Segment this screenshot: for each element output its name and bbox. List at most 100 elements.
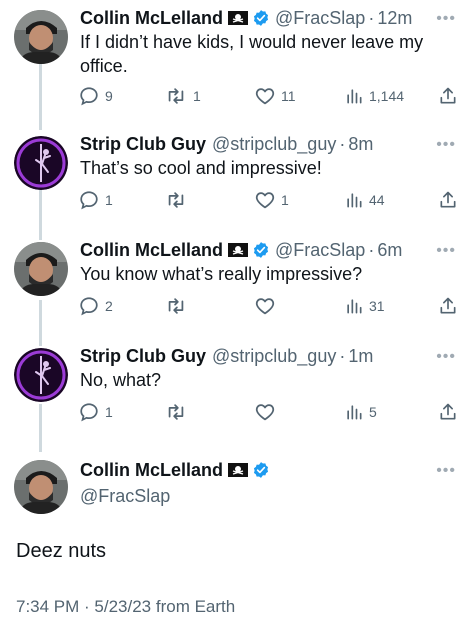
collin-avatar-icon: [14, 10, 68, 64]
reply-button[interactable]: 9: [78, 84, 113, 108]
avatar[interactable]: [14, 242, 68, 296]
collin-avatar-icon: [14, 242, 68, 296]
reply-button[interactable]: 2: [78, 294, 113, 318]
collin-avatar-icon: [14, 460, 68, 514]
tweet-header: Strip Club Guy @stripclub_guy · 8m: [80, 132, 373, 156]
more-options-icon[interactable]: •••: [436, 136, 456, 154]
tweet-text: That’s so cool and impressive!: [80, 158, 322, 178]
display-name[interactable]: Strip Club Guy: [80, 134, 206, 155]
avatar[interactable]: [14, 10, 68, 64]
timestamp[interactable]: 8m: [348, 134, 373, 155]
like-button[interactable]: 1: [254, 188, 289, 212]
timestamp[interactable]: 1m: [348, 346, 373, 367]
tweet-text: You know what’s really impressive?: [80, 264, 363, 284]
more-options-icon[interactable]: •••: [436, 348, 456, 366]
separator-dot: ·: [339, 133, 346, 154]
share-icon: [440, 191, 456, 208]
views-count: 1,144: [369, 88, 405, 104]
retweet-icon: [168, 298, 184, 314]
avatar[interactable]: [14, 348, 68, 402]
views-button[interactable]: 5: [344, 400, 377, 424]
reply-button[interactable]: 1: [78, 400, 113, 424]
views-button[interactable]: 1,144: [344, 84, 404, 108]
views-bar-chart-icon: [347, 299, 362, 314]
like-count: 11: [281, 88, 296, 104]
display-name[interactable]: Collin McLelland: [80, 8, 223, 29]
display-name[interactable]: Collin McLelland: [80, 240, 223, 261]
handle[interactable]: @stripclub_guy: [212, 346, 336, 367]
tweet-header: Collin McLelland @FracSlap · 6m: [80, 238, 402, 262]
timestamp[interactable]: 12m: [377, 8, 412, 29]
views-count: 5: [369, 404, 377, 420]
heart-icon: [255, 404, 275, 421]
like-button[interactable]: 11: [254, 84, 296, 108]
display-name[interactable]: Collin McLelland: [80, 460, 223, 481]
handle[interactable]: @FracSlap: [80, 486, 170, 507]
heart-icon: [255, 298, 275, 315]
pirate-flag-icon: [228, 243, 249, 257]
main-tweet-text: Deez nuts: [16, 540, 107, 562]
views-count: 31: [369, 298, 385, 314]
tweet-text: No, what?: [80, 370, 162, 390]
retweet-button[interactable]: [164, 294, 193, 318]
timestamp[interactable]: 6m: [377, 240, 402, 261]
share-button[interactable]: [438, 294, 458, 318]
reply-count: 1: [105, 192, 113, 208]
separator-dot: ·: [339, 345, 346, 366]
tweet[interactable]: Strip Club Guy @stripclub_guy · 1m ••• N…: [0, 344, 474, 444]
pirate-flag-icon: [228, 463, 249, 477]
reply-icon: [80, 297, 98, 316]
verified-badge-icon: [253, 242, 269, 258]
views-bar-chart-icon: [347, 405, 362, 420]
reply-icon: [80, 87, 98, 106]
retweet-icon: [168, 192, 184, 208]
retweet-button[interactable]: [164, 400, 193, 424]
tweet-header: Collin McLelland: [80, 458, 270, 482]
verified-badge-icon: [253, 10, 269, 26]
views-button[interactable]: 31: [344, 294, 385, 318]
reply-icon: [80, 191, 98, 210]
views-bar-chart-icon: [347, 193, 362, 208]
handle[interactable]: @stripclub_guy: [212, 134, 336, 155]
display-name[interactable]: Strip Club Guy: [80, 346, 206, 367]
pirate-flag-icon: [228, 11, 249, 25]
avatar[interactable]: [14, 136, 68, 190]
tweet-text: If I didn’t have kids, I would never lea…: [80, 32, 424, 76]
retweet-icon: [168, 88, 184, 104]
views-count: 44: [369, 192, 385, 208]
tweet[interactable]: Collin McLelland @FracSlap · 6m ••• You …: [0, 238, 474, 338]
tweet-actions: 9 1 11 1,144: [78, 84, 458, 108]
tweet[interactable]: Collin McLelland @FracSlap · 12m ••• If …: [0, 6, 474, 116]
reply-button[interactable]: 1: [78, 188, 113, 212]
share-icon: [440, 297, 456, 314]
heart-icon: [255, 192, 275, 209]
retweet-count: 1: [193, 88, 201, 104]
more-options-icon[interactable]: •••: [436, 10, 456, 28]
pole-dancer-avatar-icon: [14, 348, 68, 402]
verified-badge-icon: [253, 462, 269, 478]
handle[interactable]: @FracSlap: [275, 8, 365, 29]
retweet-button[interactable]: 1: [164, 84, 201, 108]
retweet-button[interactable]: [164, 188, 193, 212]
like-count: 1: [281, 192, 289, 208]
like-button[interactable]: [254, 294, 281, 318]
tweet[interactable]: Strip Club Guy @stripclub_guy · 8m ••• T…: [0, 132, 474, 232]
tweet-actions: 1 1 44: [78, 188, 458, 212]
reply-count: 9: [105, 88, 113, 104]
handle[interactable]: @FracSlap: [275, 240, 365, 261]
avatar[interactable]: [14, 460, 68, 514]
more-options-icon[interactable]: •••: [436, 462, 456, 480]
reply-count: 2: [105, 298, 113, 314]
views-bar-chart-icon: [347, 89, 362, 104]
like-button[interactable]: [254, 400, 281, 424]
separator-dot: ·: [368, 239, 375, 260]
more-options-icon[interactable]: •••: [436, 242, 456, 260]
tweet-header: Strip Club Guy @stripclub_guy · 1m: [80, 344, 373, 368]
views-button[interactable]: 44: [344, 188, 385, 212]
share-button[interactable]: [438, 400, 458, 424]
retweet-icon: [168, 404, 184, 420]
share-button[interactable]: [438, 188, 458, 212]
share-button[interactable]: [438, 84, 458, 108]
tweet-actions: 1 5: [78, 400, 458, 424]
tweet-timestamp-meta: 7:34 PM · 5/23/23 from Earth: [16, 597, 236, 616]
